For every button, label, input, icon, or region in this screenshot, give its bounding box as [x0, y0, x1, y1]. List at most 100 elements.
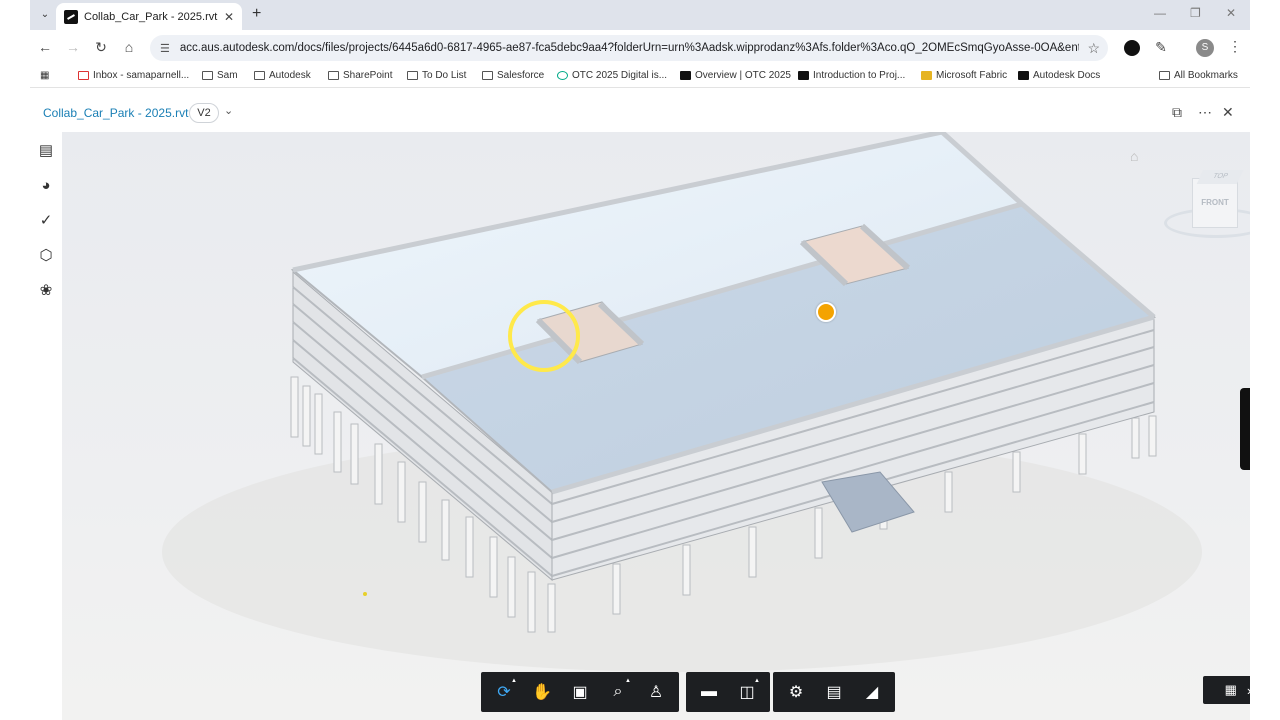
- orbit-icon[interactable]: ⟳ ▲: [485, 674, 523, 710]
- fabric-icon: [921, 71, 932, 80]
- select-pointer-icon[interactable]: ➢: [1246, 396, 1250, 416]
- extension-icon[interactable]: [1124, 40, 1140, 56]
- profile-avatar[interactable]: S: [1196, 39, 1214, 57]
- new-tab-button[interactable]: +: [252, 5, 261, 23]
- bookmark-inbox[interactable]: Inbox - samaparnell...: [78, 70, 189, 81]
- site-settings-icon[interactable]: ☰: [160, 42, 170, 55]
- measure-icon[interactable]: ▬: [690, 674, 728, 710]
- grid-icon[interactable]: ▦: [1225, 682, 1237, 698]
- home-view-icon[interactable]: ⌂: [1130, 148, 1138, 164]
- right-margin: [1250, 0, 1280, 720]
- folder-icon: [1159, 71, 1170, 80]
- bookmark-star-icon[interactable]: ☆: [1087, 40, 1100, 57]
- layers-icon[interactable]: ◕: [36, 175, 56, 195]
- maximize-button[interactable]: ❐: [1190, 6, 1201, 20]
- bookmark-label: Autodesk Docs: [1033, 70, 1101, 81]
- bookmark-sam[interactable]: Sam: [202, 70, 238, 81]
- bookmark-otc-digital[interactable]: OTC 2025 Digital is...: [557, 70, 667, 81]
- chevron-right-icon[interactable]: ›: [1247, 683, 1250, 698]
- more-options-icon[interactable]: ⋯: [1198, 104, 1212, 121]
- bookmark-label: Salesforce: [497, 70, 545, 81]
- bookmarks-bar: ▦ Inbox - samaparnell... Sam Autodesk Sh…: [30, 66, 1250, 88]
- bookmark-microsoft-fabric[interactable]: Microsoft Fabric: [921, 70, 1007, 81]
- url-text[interactable]: acc.aus.autodesk.com/docs/files/projects…: [180, 42, 1080, 54]
- bookmark-todo[interactable]: To Do List: [407, 70, 466, 81]
- browser-tab[interactable]: Collab_Car_Park - 2025.rvt (V2) ✕: [56, 3, 242, 30]
- folder-icon: [407, 71, 418, 80]
- bookmark-autodesk[interactable]: Autodesk: [254, 70, 311, 81]
- bookmark-autodesk-docs[interactable]: Autodesk Docs: [1018, 70, 1100, 81]
- browser-menu-icon[interactable]: ⋮: [1228, 38, 1242, 55]
- browser-window: ⌄ Collab_Car_Park - 2025.rvt (V2) ✕ + — …: [30, 0, 1250, 720]
- gmail-icon: [78, 71, 89, 80]
- orbit-pivot-marker: [816, 302, 836, 322]
- version-badge[interactable]: V2: [189, 103, 219, 123]
- reload-button[interactable]: ↻: [92, 39, 110, 56]
- bookmark-label: Sam: [217, 70, 238, 81]
- bookmark-label: Overview | OTC 2025: [695, 70, 791, 81]
- issue-check-icon[interactable]: ✓: [1246, 440, 1250, 460]
- viewer-header: Collab_Car_Park - 2025.rvt V2 ⌄ ⧉ ⋯ ✕: [30, 94, 1250, 132]
- object-properties-icon[interactable]: ⬡: [36, 245, 56, 265]
- bookmark-label: Introduction to Proj...: [813, 70, 906, 81]
- tab-title: Collab_Car_Park - 2025.rvt (V2): [84, 10, 218, 23]
- autodesk-icon: [680, 71, 691, 80]
- folder-icon: [254, 71, 265, 80]
- viewcube-front-face[interactable]: FRONT: [1192, 198, 1238, 207]
- apps-grid-icon[interactable]: ▦: [40, 70, 49, 81]
- navigation-bar: ← → ↻ ⌂ ☰ acc.aus.autodesk.com/docs/file…: [30, 30, 1250, 66]
- settings-icon[interactable]: ⚙: [777, 674, 815, 710]
- viewcube-top-face[interactable]: TOP: [1196, 170, 1244, 184]
- layout-toggle[interactable]: ▦ ›: [1203, 676, 1250, 704]
- bookmark-label: SharePoint: [343, 70, 393, 81]
- chevron-down-icon[interactable]: ⌄: [224, 104, 233, 117]
- home-button[interactable]: ⌂: [120, 39, 138, 55]
- extensions-puzzle-icon[interactable]: ✎: [1152, 39, 1170, 56]
- fit-to-view-icon[interactable]: ▣: [561, 674, 599, 710]
- model-browser-icon[interactable]: ▤: [36, 140, 56, 160]
- autodesk-icon: [1018, 71, 1029, 80]
- bookmark-sharepoint[interactable]: SharePoint: [328, 70, 392, 81]
- zoom-window-icon[interactable]: ⌕ ▲: [599, 674, 637, 710]
- back-button[interactable]: ←: [36, 39, 54, 55]
- tab-bar: ⌄ Collab_Car_Park - 2025.rvt (V2) ✕ + — …: [30, 0, 1250, 30]
- bookmark-overview-otc[interactable]: Overview | OTC 2025: [680, 70, 791, 81]
- bookmark-label: All Bookmarks: [1174, 70, 1238, 81]
- pointer-dot: [363, 592, 367, 596]
- bookmark-label: Microsoft Fabric: [936, 70, 1008, 81]
- close-viewer-icon[interactable]: ✕: [1222, 104, 1234, 121]
- bookmark-salesforce[interactable]: Salesforce: [482, 70, 544, 81]
- minimize-button[interactable]: —: [1154, 6, 1166, 20]
- bookmark-label: Autodesk: [269, 70, 311, 81]
- bookmark-introduction[interactable]: Introduction to Proj...: [798, 70, 905, 81]
- tab-close-icon[interactable]: ✕: [224, 10, 234, 24]
- page-icon: [328, 71, 339, 80]
- fan-icon[interactable]: ❀: [36, 280, 56, 300]
- bookmark-label: Inbox - samaparnell...: [93, 70, 190, 81]
- folder-icon: [202, 71, 213, 80]
- file-name[interactable]: Collab_Car_Park - 2025.rvt: [43, 106, 188, 120]
- folder-icon: [482, 71, 493, 80]
- autodesk-icon: [798, 71, 809, 80]
- properties-icon[interactable]: ▤: [815, 674, 853, 710]
- tab-search-button[interactable]: ⌄: [36, 6, 54, 24]
- pan-icon[interactable]: ✋: [523, 674, 561, 710]
- first-person-icon[interactable]: ♙: [637, 674, 675, 710]
- right-tool-panel: ➢ ✓: [1240, 388, 1250, 470]
- fullscreen-icon[interactable]: ◢: [853, 674, 891, 710]
- autodesk-favicon-icon: [64, 9, 78, 24]
- compare-icon[interactable]: ⧉: [1172, 104, 1182, 121]
- bookmark-all-bookmarks[interactable]: All Bookmarks: [1159, 70, 1238, 81]
- address-bar[interactable]: ☰ acc.aus.autodesk.com/docs/files/projec…: [150, 35, 1108, 61]
- model-viewport[interactable]: ⌂ TOP FRONT ➢ ✓ ⟳▲ ✋ ▣ ⌕▲ ♙ ▬ ◫▲ ⚙ ▤: [62, 132, 1250, 720]
- forward-button[interactable]: →: [64, 39, 82, 55]
- orbit-cursor-highlight: [508, 300, 580, 372]
- bookmark-label: OTC 2025 Digital is...: [572, 70, 668, 81]
- checklist-icon[interactable]: ✓: [36, 210, 56, 230]
- otc-icon: [557, 71, 568, 80]
- viewcube[interactable]: TOP FRONT: [1160, 168, 1250, 248]
- section-icon[interactable]: ◫ ▲: [728, 674, 766, 710]
- window-close-button[interactable]: ✕: [1226, 6, 1236, 20]
- car-park-3d-model[interactable]: [62, 132, 1250, 720]
- left-toolbar: ▤ ◕ ✓ ⬡ ❀: [30, 132, 62, 720]
